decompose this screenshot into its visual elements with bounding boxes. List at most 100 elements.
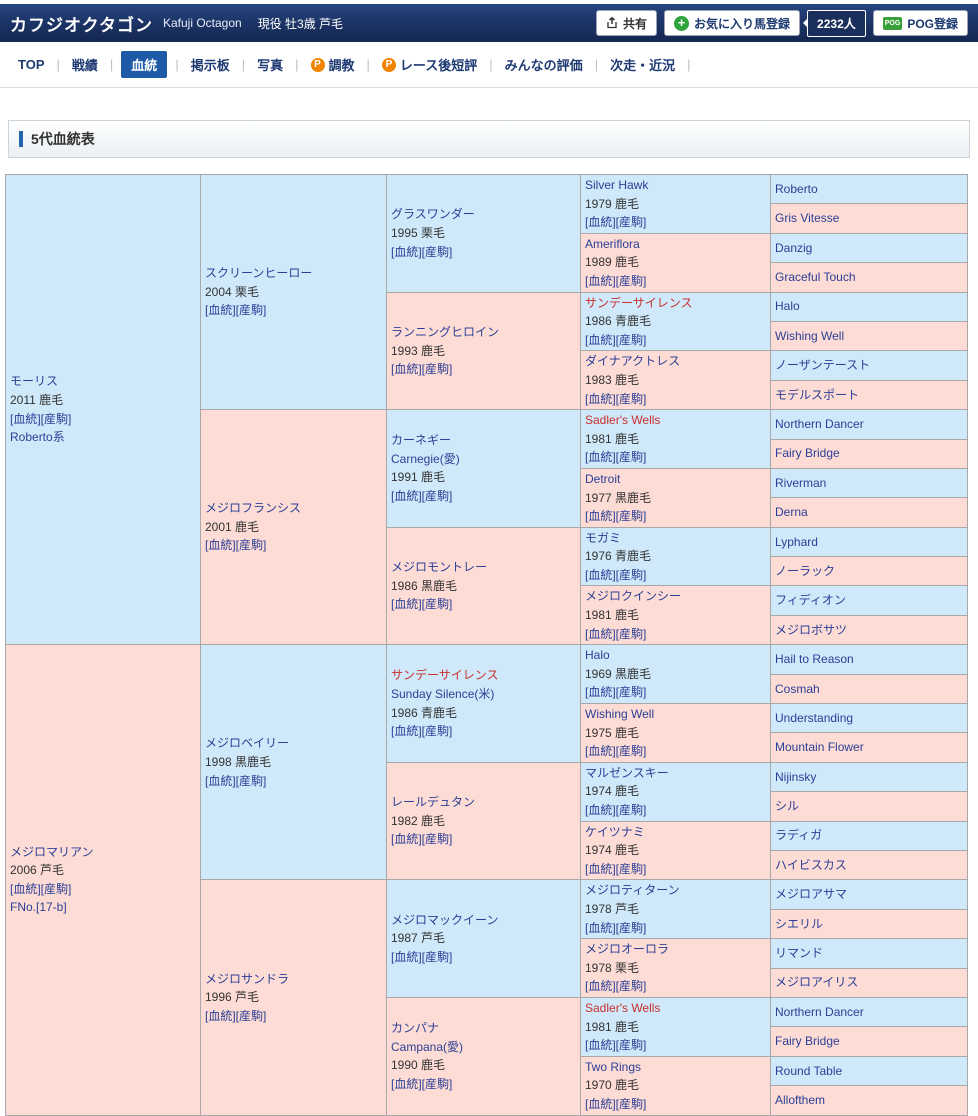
offspring-link[interactable]: [産駒] [616,862,647,876]
offspring-link[interactable]: [産駒] [616,215,647,229]
horse-link[interactable]: Detroit [585,472,620,486]
horse-link[interactable]: Roberto [775,182,818,196]
share-button[interactable]: 共有 [596,10,658,36]
horse-link[interactable]: メジロモントレー [391,560,487,574]
horse-link[interactable]: Graceful Touch [775,270,856,284]
horse-link[interactable]: Halo [775,299,800,313]
horse-link[interactable]: Derna [775,505,808,519]
blood-link[interactable]: [血統] [10,882,41,896]
blood-link[interactable]: [血統] [585,568,616,582]
tab-results[interactable]: 戦績 [68,52,102,77]
horse-link[interactable]: Understanding [775,711,853,725]
blood-link[interactable]: [血統] [585,979,616,993]
horse-link[interactable]: シエリル [775,917,823,931]
offspring-link[interactable]: [産駒] [236,774,267,788]
tab-board[interactable]: 掲示板 [187,52,234,77]
blood-link[interactable]: [血統] [585,333,616,347]
horse-link[interactable]: Wishing Well [775,329,844,343]
horse-link[interactable]: メジロフランシス [205,501,301,515]
horse-link[interactable]: Cosmah [775,682,820,696]
horse-link-en[interactable]: Carnegie(愛) [391,452,460,466]
horse-link-en[interactable]: Campana(愛) [391,1040,463,1054]
blood-link[interactable]: [血統] [585,685,616,699]
horse-link[interactable]: Fairy Bridge [775,446,840,460]
offspring-link[interactable]: [産駒] [422,724,453,738]
horse-link[interactable]: カーネギー [391,433,451,447]
offspring-link[interactable]: [産駒] [236,538,267,552]
blood-link[interactable]: [血統] [391,245,422,259]
horse-link[interactable]: ラディガ [775,828,822,842]
favorite-button[interactable]: + お気に入り馬登録 [664,10,801,36]
blood-link[interactable]: [血統] [585,215,616,229]
horse-link[interactable]: モーリス [10,374,58,388]
horse-link[interactable]: サンデーサイレンス [585,296,693,310]
horse-link[interactable]: メジロマリアン [10,845,94,859]
blood-link[interactable]: [血統] [585,450,616,464]
horse-link[interactable]: Fairy Bridge [775,1034,840,1048]
horse-link[interactable]: モデルスポート [775,388,859,402]
blood-link[interactable]: [血統] [585,1097,616,1111]
horse-link[interactable]: メジロボサツ [775,623,847,637]
horse-link[interactable]: メジロベイリー [205,736,289,750]
horse-link[interactable]: シル [775,799,799,813]
offspring-link[interactable]: [産駒] [422,950,453,964]
blood-link[interactable]: [血統] [391,597,422,611]
offspring-link[interactable]: [産駒] [616,979,647,993]
horse-link[interactable]: ケイツナミ [585,825,645,839]
horse-link[interactable]: メジロアイリス [775,975,858,989]
offspring-link[interactable]: [産駒] [41,882,72,896]
horse-link[interactable]: Round Table [775,1064,842,1078]
horse-link[interactable]: Silver Hawk [585,178,648,192]
pog-register-button[interactable]: POG POG登録 [872,10,968,36]
horse-link[interactable]: メジロサンドラ [205,972,289,986]
blood-link[interactable]: [血統] [391,1077,422,1091]
offspring-link[interactable]: [産駒] [616,744,647,758]
horse-link[interactable]: レールデュタン [391,795,475,809]
horse-link[interactable]: Northern Dancer [775,417,864,431]
tab-photo[interactable]: 写真 [253,52,287,77]
horse-link[interactable]: モガミ [585,531,621,545]
offspring-link[interactable]: [産駒] [616,1097,647,1111]
blood-link[interactable]: [血統] [391,724,422,738]
blood-link[interactable]: [血統] [585,392,616,406]
offspring-link[interactable]: [産駒] [616,685,647,699]
horse-link[interactable]: Northern Dancer [775,1005,864,1019]
horse-link[interactable]: ランニングヒロイン [391,325,499,339]
offspring-link[interactable]: [産駒] [616,274,647,288]
blood-link[interactable]: [血統] [205,538,236,552]
offspring-link[interactable]: [産駒] [41,412,72,426]
horse-link[interactable]: サンデーサイレンス [391,668,499,682]
horse-link[interactable]: メジロアサマ [775,887,847,901]
horse-link[interactable]: カンパナ [391,1021,439,1035]
offspring-link[interactable]: [産駒] [236,303,267,317]
offspring-link[interactable]: [産駒] [422,832,453,846]
blood-link[interactable]: [血統] [205,774,236,788]
offspring-link[interactable]: [産駒] [616,1038,647,1052]
horse-link[interactable]: ノーザンテースト [775,358,870,372]
tab-race-review[interactable]: P レース後短評 [378,52,481,77]
blood-link[interactable]: [血統] [391,832,422,846]
blood-link[interactable]: [血統] [585,862,616,876]
horse-link[interactable]: Halo [585,648,610,662]
offspring-link[interactable]: [産駒] [616,803,647,817]
horse-link[interactable]: Wishing Well [585,707,654,721]
blood-link[interactable]: [血統] [585,627,616,641]
offspring-link[interactable]: [産駒] [422,362,453,376]
horse-link[interactable]: Lyphard [775,535,818,549]
horse-link[interactable]: メジロクインシー [585,589,681,603]
offspring-link[interactable]: [産駒] [616,568,647,582]
blood-link[interactable]: [血統] [10,412,41,426]
horse-link[interactable]: Ameriflora [585,237,640,251]
offspring-link[interactable]: [産駒] [616,333,647,347]
horse-link[interactable]: メジロティターン [585,883,680,897]
blood-link[interactable]: [血統] [585,921,616,935]
horse-link[interactable]: グラスワンダー [391,207,475,221]
blood-link[interactable]: [血統] [585,274,616,288]
blood-link[interactable]: [血統] [205,1009,236,1023]
horse-link[interactable]: ハイビスカス [775,858,847,872]
horse-link[interactable]: Sadler's Wells [585,1001,660,1015]
horse-link[interactable]: Allofthem [775,1093,825,1107]
offspring-link[interactable]: [産駒] [422,489,453,503]
blood-link[interactable]: [血統] [391,950,422,964]
horse-link-en[interactable]: Sunday Silence(米) [391,687,494,701]
